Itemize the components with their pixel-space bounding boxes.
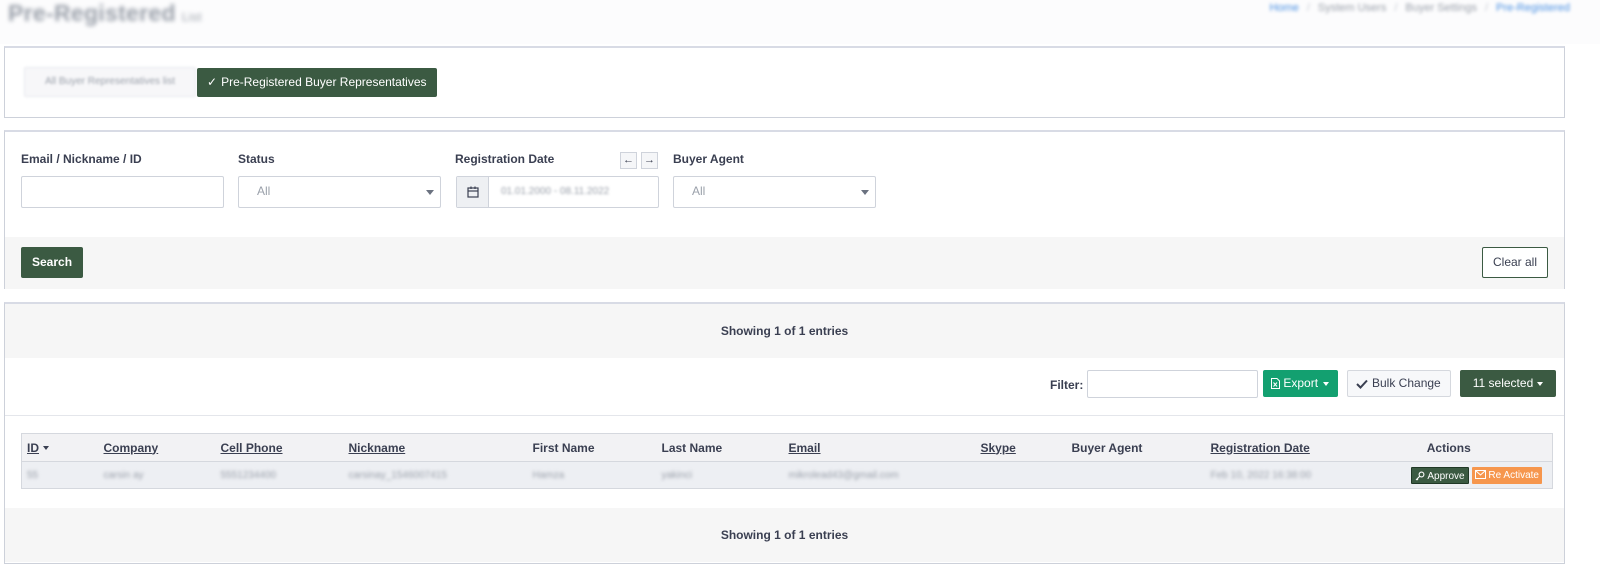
check-icon: ✓ [207, 75, 218, 89]
check-icon [1356, 379, 1368, 389]
selected-columns-button[interactable]: 11 selected [1460, 370, 1556, 397]
cell-actions: Approve Re Activate [1345, 461, 1553, 489]
results-table: ID Company Cell Phone Nickname First Nam… [21, 433, 1553, 489]
results-toolbar: Filter: Export Bulk Change 11 selected [5, 360, 1564, 416]
file-excel-icon [1271, 378, 1280, 390]
chevron-down-icon [426, 190, 434, 195]
re-activate-label: Re Activate [1488, 469, 1539, 481]
status-select-value: All [257, 184, 271, 198]
buyer-agent-select[interactable]: All [673, 176, 876, 208]
bulk-change-label: Bulk Change [1372, 376, 1441, 390]
date-icon-box [457, 177, 489, 207]
arrow-right-icon: → [644, 154, 655, 166]
calendar-icon [467, 186, 479, 198]
page-title-text: Pre-Registered [8, 0, 176, 26]
column-email[interactable]: Email [783, 433, 976, 462]
showing-entries-top: Showing 1 of 1 entries [5, 304, 1564, 358]
bulk-change-button[interactable]: Bulk Change [1347, 370, 1451, 397]
approve-label: Approve [1427, 470, 1465, 482]
column-company[interactable]: Company [98, 433, 216, 462]
table-row: 55 carsin ay 5551234400 carsinay_1546007… [21, 461, 1553, 489]
cell-email: mikrolead43@gmail.com [783, 461, 976, 489]
cell-last-name: yakinci [656, 461, 784, 489]
results-panel: Showing 1 of 1 entries Filter: Export Bu… [4, 302, 1565, 564]
re-activate-button[interactable]: Re Activate [1471, 466, 1542, 484]
approve-button[interactable]: Approve [1411, 466, 1469, 484]
search-panel: Email / Nickname / ID Status All Registr… [4, 130, 1565, 289]
filter-label: Filter: [1050, 378, 1084, 392]
column-registration-date[interactable]: Registration Date [1205, 433, 1346, 462]
breadcrumb-system-users[interactable]: System Users [1318, 2, 1386, 14]
registration-date-input[interactable]: 01.01.2000 - 08.11.2022 [456, 176, 659, 208]
page-title-sub: List [181, 10, 202, 24]
breadcrumb-home[interactable]: Home [1269, 2, 1298, 14]
cell-id: 55 [21, 461, 99, 489]
column-cell-phone[interactable]: Cell Phone [215, 433, 344, 462]
export-button[interactable]: Export [1263, 370, 1338, 397]
chevron-down-icon [1537, 381, 1544, 386]
column-id[interactable]: ID [21, 433, 99, 462]
tab-pre-registered[interactable]: ✓ Pre-Registered Buyer Representatives [197, 68, 437, 97]
breadcrumb-buyer-settings[interactable]: Buyer Settings [1405, 2, 1477, 14]
cell-buyer-agent [1066, 461, 1206, 489]
cell-nickname: carsinay_1546007415 [343, 461, 528, 489]
cell-first-name: Hamza [527, 461, 657, 489]
search-button[interactable]: Search [21, 247, 84, 278]
buyer-agent-label: Buyer Agent [673, 152, 744, 166]
column-nickname[interactable]: Nickname [343, 433, 528, 462]
showing-entries-bottom: Showing 1 of 1 entries [5, 508, 1564, 562]
selected-label: 11 selected [1472, 376, 1534, 390]
cell-cell-phone: 5551234400 [215, 461, 344, 489]
sort-desc-icon [43, 446, 49, 451]
column-first-name: First Name [527, 433, 657, 462]
column-skype[interactable]: Skype [975, 433, 1067, 462]
top-header: Pre-Registered List Home / System Users /… [0, 0, 1600, 44]
envelope-icon [1474, 470, 1486, 480]
breadcrumb-current: Pre-Registered [1496, 2, 1570, 14]
registration-date-value: 01.01.2000 - 08.11.2022 [501, 186, 610, 197]
arrow-left-icon: ← [623, 154, 634, 166]
clear-all-button[interactable]: Clear all [1481, 247, 1548, 278]
date-next-button[interactable]: → [641, 152, 658, 169]
cell-skype [975, 461, 1067, 489]
buyer-agent-select-value: All [692, 184, 706, 198]
column-last-name: Last Name [656, 433, 784, 462]
breadcrumb-separator: / [1394, 2, 1398, 14]
column-actions: Actions [1345, 433, 1553, 462]
chevron-down-icon [1323, 381, 1330, 386]
breadcrumb-separator: / [1484, 2, 1489, 14]
export-label: Export [1283, 376, 1319, 390]
cell-company: carsin ay [98, 461, 216, 489]
search-footer: Search Clear all [5, 237, 1564, 289]
status-label: Status [238, 152, 275, 166]
column-buyer-agent: Buyer Agent [1066, 433, 1206, 462]
tab-pre-registered-label: Pre-Registered Buyer Representatives [221, 75, 427, 89]
status-select[interactable]: All [238, 176, 441, 208]
chevron-down-icon [861, 190, 869, 195]
email-input[interactable] [21, 176, 224, 208]
email-label: Email / Nickname / ID [21, 152, 142, 166]
key-icon [1415, 471, 1425, 481]
date-prev-button[interactable]: ← [620, 152, 637, 169]
breadcrumb-separator: / [1306, 2, 1310, 14]
tab-all-buyer-representatives[interactable]: All Buyer Representatives list [24, 67, 196, 97]
tabs-panel: All Buyer Representatives list ✓ Pre-Regi… [4, 46, 1565, 118]
breadcrumb: Home / System Users / Buyer Settings / P… [1269, 2, 1570, 14]
filter-input[interactable] [1087, 370, 1258, 398]
page-title: Pre-Registered List [8, 0, 202, 27]
table-header-row: ID Company Cell Phone Nickname First Nam… [21, 433, 1553, 462]
registration-date-label: Registration Date [455, 152, 555, 166]
cell-registration-date: Feb 10, 2022 16:38:00 [1205, 461, 1346, 489]
